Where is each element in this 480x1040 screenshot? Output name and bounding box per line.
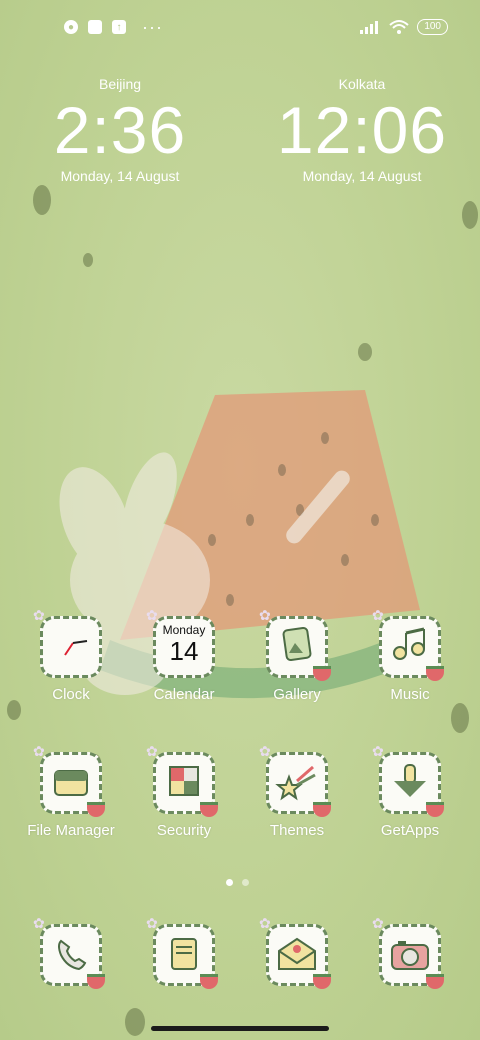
app-label: Music xyxy=(390,686,430,703)
app-label: Gallery xyxy=(273,686,321,703)
shield-icon: ✿ xyxy=(146,743,218,817)
more-dots-icon: ··· xyxy=(142,17,163,37)
date-label: Monday, 14 August xyxy=(302,168,422,184)
app-label: Clock xyxy=(52,686,90,703)
app-label: Themes xyxy=(269,822,325,839)
dock-messages[interactable]: ✿ xyxy=(242,915,352,989)
clock-widget-kolkata[interactable]: Kolkata 12:06 Monday, 14 August xyxy=(262,76,462,184)
gallery-icon: ✿ xyxy=(259,607,331,681)
city-label: Kolkata xyxy=(338,76,386,92)
folder-icon: ✿ xyxy=(33,743,105,817)
clock-icon: ✿ xyxy=(33,607,102,678)
page-dot-active xyxy=(226,879,233,886)
calendar-icon: ✿ Monday 14 xyxy=(146,607,215,678)
app-gallery[interactable]: ✿ Gallery xyxy=(242,607,352,703)
app-security[interactable]: ✿ Security xyxy=(129,743,239,839)
page-indicator xyxy=(226,879,249,886)
city-label: Beijing xyxy=(98,76,142,92)
date-label: Monday, 14 August xyxy=(60,168,180,184)
home-indicator[interactable] xyxy=(151,1026,329,1031)
app-label: File Manager xyxy=(27,822,115,839)
notification-icon: ● xyxy=(64,20,78,34)
battery-indicator: 100 xyxy=(417,19,448,35)
messages-icon: ✿ xyxy=(259,915,331,989)
upload-icon: ↑ xyxy=(112,20,126,34)
app-music[interactable]: ✿ Music xyxy=(355,607,465,703)
time-display: 2:36 xyxy=(53,93,187,167)
dock-notes[interactable]: ✿ xyxy=(129,915,239,989)
camera-icon: ✿ xyxy=(372,915,444,989)
app-themes[interactable]: ✿ Themes xyxy=(242,743,352,839)
time-display: 12:06 xyxy=(276,93,448,167)
dock-phone[interactable]: ✿ xyxy=(16,915,126,989)
app-getapps[interactable]: ✿ GetApps xyxy=(355,743,465,839)
page-dot xyxy=(242,879,249,886)
app-label: Security xyxy=(156,822,212,839)
status-bar: ● ↑ ··· 100 xyxy=(0,0,480,56)
music-icon: ✿ xyxy=(372,607,444,681)
wifi-icon xyxy=(389,20,409,34)
notes-icon: ✿ xyxy=(146,915,218,989)
app-file-manager[interactable]: ✿ File Manager xyxy=(16,743,126,839)
square-icon xyxy=(88,20,102,34)
star-icon: ✿ xyxy=(259,743,331,817)
app-calendar[interactable]: ✿ Monday 14 Calendar xyxy=(129,607,239,703)
dock-camera[interactable]: ✿ xyxy=(355,915,465,989)
signal-icon xyxy=(360,21,379,34)
app-label: GetApps xyxy=(380,822,440,839)
phone-icon: ✿ xyxy=(33,915,105,989)
clock-widget-beijing[interactable]: Beijing 2:36 Monday, 14 August xyxy=(20,76,220,184)
download-icon: ✿ xyxy=(372,743,444,817)
app-clock[interactable]: ✿ Clock xyxy=(16,607,126,703)
app-label: Calendar xyxy=(153,686,215,703)
